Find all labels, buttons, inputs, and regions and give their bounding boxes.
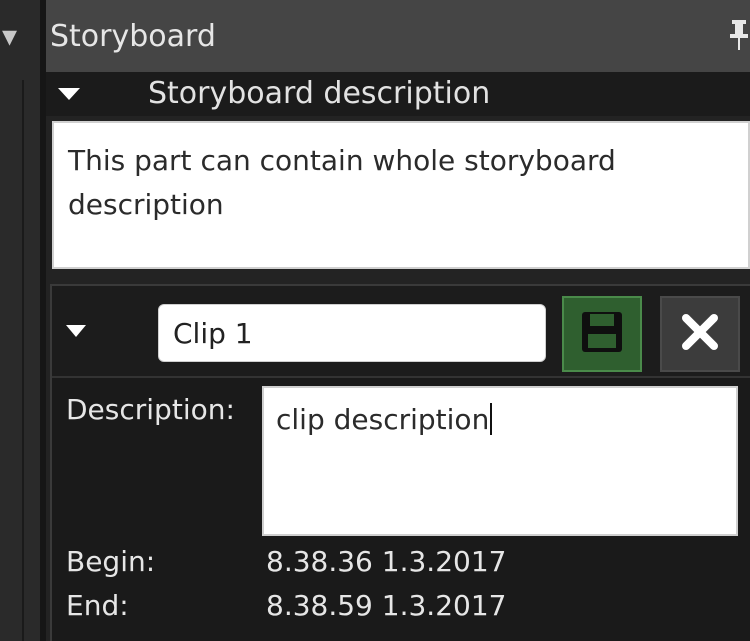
end-label: End: — [66, 589, 129, 622]
save-button[interactable] — [562, 296, 642, 372]
panel-titlebar: Storyboard — [46, 0, 750, 72]
pane-divider — [22, 80, 24, 641]
pin-icon[interactable] — [728, 20, 750, 50]
storyboard-panel: Storyboard Storyboard description This p… — [46, 0, 750, 641]
clip-header — [52, 286, 750, 378]
begin-label: Begin: — [66, 545, 156, 578]
text-caret — [490, 403, 493, 435]
description-label: Description: — [66, 393, 235, 426]
clip-item: Description: clip description Begin: 8.3… — [50, 284, 750, 641]
clip-name-input[interactable] — [158, 304, 546, 362]
begin-value: 8.38.36 1.3.2017 — [266, 545, 507, 578]
save-disk-icon — [580, 310, 624, 358]
clip-collapse-chevron-icon[interactable] — [64, 320, 88, 342]
close-button[interactable] — [660, 296, 740, 372]
adjacent-pane: ▾ — [0, 0, 40, 641]
close-x-icon — [680, 312, 720, 356]
clip-description-text: clip description — [276, 403, 490, 436]
panel-title: Storyboard — [50, 19, 216, 54]
filter-icon[interactable]: ▾ — [2, 22, 17, 52]
end-value: 8.38.59 1.3.2017 — [266, 589, 507, 622]
clip-description-textarea[interactable]: clip description — [262, 386, 738, 536]
storyboard-description-textarea[interactable]: This part can contain whole storyboard d… — [52, 121, 750, 269]
section-header-label: Storyboard description — [148, 76, 491, 111]
storyboard-description-header[interactable]: Storyboard description — [46, 72, 750, 116]
collapse-chevron-icon[interactable] — [56, 82, 82, 106]
screen: ▾ Storyboard Storyboard description This… — [0, 0, 750, 641]
